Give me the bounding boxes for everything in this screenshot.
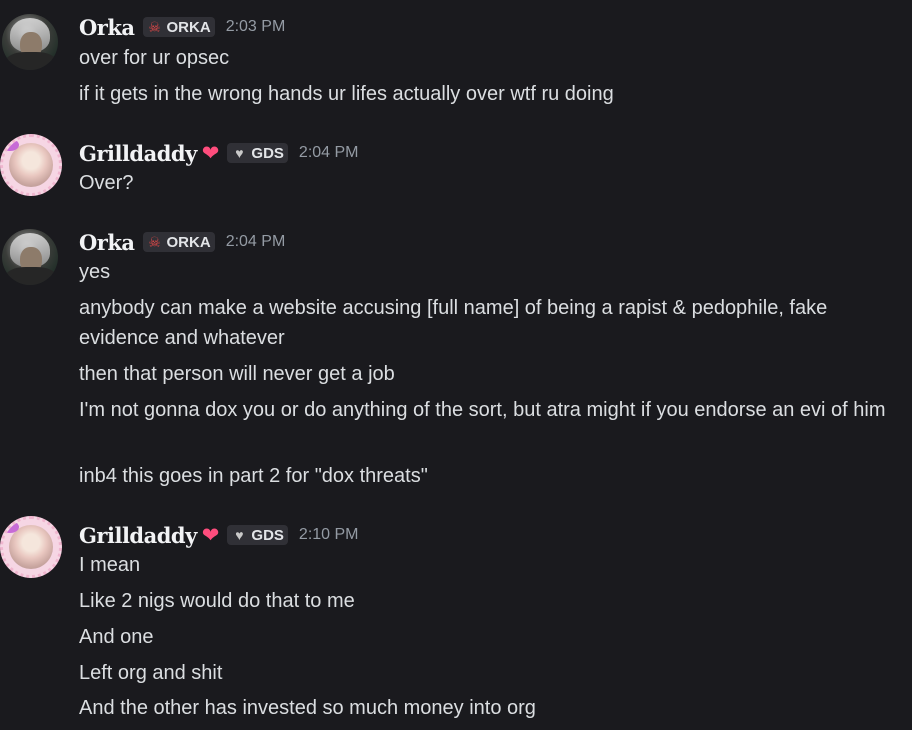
guild-tag[interactable]: ♥ GDS [227,525,288,545]
heart-emoji: ❤ [201,141,220,165]
message-text: inb4 this goes in part 2 for "dox threat… [79,465,428,487]
avatar[interactable] [2,14,58,70]
guild-tag[interactable]: ☠ ORKA [142,17,215,37]
message-text: I mean [79,554,141,576]
heart-emoji: ❤ [201,523,220,547]
message-text: And the other has invested so much money… [79,697,536,719]
heart-icon: ♥ [235,145,244,161]
bow-decoration [3,139,19,151]
message-header: Orka ☠ ORKA 2:03 PM [79,12,285,42]
message-text: over for ur opsec [79,47,230,69]
timestamp[interactable]: 2:04 PM [299,144,359,162]
guild-tag-label: ORKA [166,233,211,251]
message-header: Orka ☠ ORKA 2:04 PM [79,227,285,257]
username[interactable]: Grilldaddy [79,523,197,548]
message-header: Grilldaddy ❤ ♥ GDS 2:10 PM [79,520,359,550]
skull-icon: ☠ [148,233,161,250]
heart-icon: ♥ [235,527,244,543]
timestamp[interactable]: 2:10 PM [299,526,359,544]
avatar[interactable] [2,229,58,285]
username[interactable]: Orka [79,15,135,40]
message-text: yes [79,261,111,283]
message-text: then that person will never get a job [79,363,395,385]
guild-tag-label: GDS [251,144,284,162]
message-text: I'm not gonna dox you or do anything of … [79,399,886,421]
guild-tag-label: ORKA [166,18,211,36]
message-text: And one [79,626,154,648]
message-text: if it gets in the wrong hands ur lifes a… [79,83,614,105]
message-text: Left org and shit [79,662,223,684]
guild-tag-label: GDS [251,526,284,544]
username[interactable]: Grilldaddy [79,141,197,166]
guild-tag[interactable]: ♥ GDS [227,143,288,163]
message-text: anybody can make a website accusing [ful… [79,297,828,349]
skull-icon: ☠ [148,18,161,35]
chat-messages: Orka ☠ ORKA 2:03 PM over for ur opsec if… [0,0,912,730]
avatar[interactable] [0,516,62,578]
message-text: Like 2 nigs would do that to me [79,590,355,612]
timestamp[interactable]: 2:04 PM [226,233,286,251]
username[interactable]: Orka [79,230,135,255]
guild-tag[interactable]: ☠ ORKA [142,232,215,252]
bow-decoration [3,521,19,533]
message-header: Grilldaddy ❤ ♥ GDS 2:04 PM [79,138,359,168]
timestamp[interactable]: 2:03 PM [226,18,286,36]
message-text: Over? [79,172,134,194]
avatar[interactable] [0,134,62,196]
